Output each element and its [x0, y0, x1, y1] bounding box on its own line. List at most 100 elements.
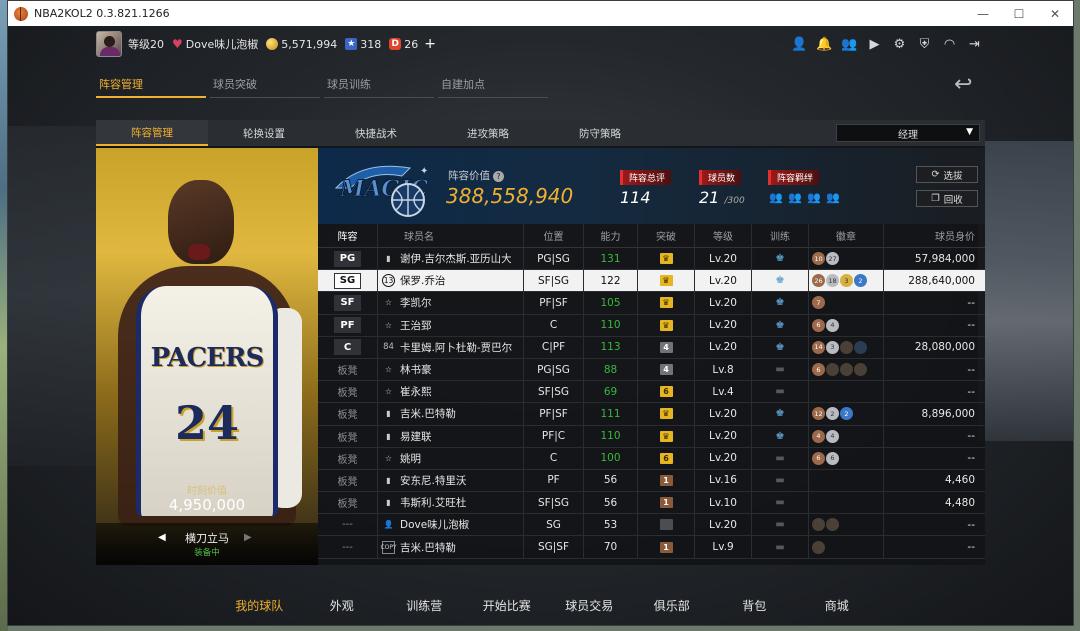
break-level-4-icon[interactable]: 4 [659, 364, 673, 376]
player-name[interactable]: 姚明 [400, 451, 421, 466]
table-row[interactable]: PF ☆ 王治郅 C 110 ♛ Lv.20 ♚ 6 4 -- [318, 314, 985, 337]
crown-gold-icon[interactable]: ♛ [659, 408, 673, 420]
nav-appearance[interactable]: 外观 [301, 597, 384, 614]
player-name[interactable]: 易建联 [400, 429, 432, 444]
training-crown-icon[interactable]: ♚ [772, 275, 788, 286]
table-row[interactable]: C 84 卡里姆.阿卜杜勒-贾巴尔 C|PF 113 4 Lv.20 ♚ 14 3 0 0 28,080… [318, 336, 985, 359]
badge-count[interactable]: 6 [826, 451, 839, 465]
nav-start-match[interactable]: 开始比赛 [466, 597, 549, 614]
maximize-button[interactable]: ☐ [1001, 1, 1037, 26]
break-level-6-icon[interactable]: 6 [659, 386, 673, 398]
badge-count[interactable]: 2 [854, 274, 867, 288]
badge-count[interactable]: 12 [812, 407, 825, 421]
tab-player-breakthrough[interactable]: 球员突破 [210, 74, 320, 98]
badge-count[interactable]: 10 [812, 252, 825, 266]
slot-badge[interactable]: PF [334, 317, 361, 334]
table-row[interactable]: 板凳 ▮ 易建联 PF|C 110 ♛ Lv.20 ♚ 4 4 -- [318, 425, 985, 448]
badge-count[interactable]: 4 [812, 429, 825, 443]
next-arrow-icon[interactable]: ▶ [244, 532, 252, 543]
slot-badge[interactable]: PG [334, 250, 361, 267]
break-level-4-icon[interactable]: 4 [659, 341, 673, 353]
table-row[interactable]: 板凳 ☆ 林书豪 PG|SG 88 4 Lv.8 ▬ 6 0 0 0 -- [318, 358, 985, 382]
notification-bell-icon[interactable]: 🔔 [816, 36, 833, 53]
tab-player-training[interactable]: 球员训练 [324, 74, 434, 98]
player-name[interactable]: 李凯尔 [400, 295, 432, 310]
profile-icon[interactable]: 👤 [791, 36, 808, 53]
help-icon[interactable]: ? [493, 171, 504, 182]
player-name[interactable]: 吉米.巴特勒 [400, 406, 456, 421]
nav-training-camp[interactable]: 训练营 [383, 597, 466, 614]
recycle-button[interactable]: ❐ 回收 [916, 190, 978, 207]
badge-count[interactable]: 4 [826, 429, 839, 443]
table-row[interactable]: --- 👤 Dove味儿泡椒 SG 53 · Lv.20 ▬ 0 0 -- [318, 514, 985, 537]
table-row[interactable]: 板凳 ☆ 崔永熙 SF|SG 69 6 Lv.4 ▬ -- [318, 381, 985, 404]
badge-count[interactable]: 6 [812, 363, 825, 377]
training-crown-icon[interactable]: ♚ [772, 253, 788, 264]
badge-count[interactable]: 0 [854, 340, 867, 354]
training-crown-icon[interactable]: ▬ [772, 519, 788, 530]
table-row[interactable]: 板凳 ▮ 安东尼.特里沃 PF 56 1 Lv.16 ▬ 4,460 [318, 469, 985, 493]
security-shield-icon[interactable]: ⛨ [916, 36, 933, 53]
badge-count[interactable]: 0 [840, 363, 853, 377]
break-locked-icon[interactable]: · [659, 519, 673, 531]
header-name[interactable]: 球员名 [378, 224, 524, 247]
scout-button[interactable]: ⟳ 选拔 [916, 166, 978, 183]
bond-group-bronze-icon[interactable]: 👥 [768, 190, 784, 204]
training-crown-icon[interactable]: ▬ [772, 364, 788, 375]
training-crown-icon[interactable]: ▬ [772, 497, 788, 508]
nav-store[interactable]: 商城 [796, 597, 879, 614]
badge-count[interactable]: 18 [826, 274, 839, 288]
bond-icons[interactable]: 👥 👥 👥 👥 [768, 190, 841, 204]
training-crown-icon[interactable]: ♚ [772, 408, 788, 419]
settings-gear-icon[interactable]: ⚙ [891, 36, 908, 53]
training-crown-icon[interactable]: ♚ [772, 320, 788, 331]
training-crown-icon[interactable]: ▬ [772, 386, 788, 397]
badge-count[interactable]: 2 [840, 407, 853, 421]
crown-gold-icon[interactable]: ♛ [659, 297, 673, 309]
table-row[interactable]: 板凳 ▮ 韦斯利.艾旺杜 SF|SG 56 1 Lv.10 ▬ 4,480 [318, 492, 985, 515]
badge-count[interactable]: 26 [812, 274, 825, 288]
exit-icon[interactable]: ⇥ [966, 36, 983, 53]
badge-count[interactable]: 0 [812, 518, 825, 532]
player-name[interactable]: 卡里姆.阿卜杜勒-贾巴尔 [400, 340, 512, 355]
badge-count[interactable]: 3 [826, 340, 839, 354]
featured-player-card[interactable]: PACERS 24 时刻价值 4,950,000 ◀ 横刀立马 ▶ 装备中 [96, 148, 318, 565]
table-row[interactable]: SG 13 保罗.乔治 SF|SG 122 ♛ Lv.20 ♚ 26 18 3 2 288,640,00… [318, 270, 985, 293]
break-level-6-icon[interactable]: 6 [659, 452, 673, 464]
subtab-offense-strategy[interactable]: 进攻策略 [432, 120, 544, 146]
friends-icon[interactable]: 👥 [841, 36, 858, 53]
break-level-1-icon[interactable]: 1 [659, 541, 673, 553]
tab-roster-management[interactable]: 阵容管理 [96, 74, 206, 98]
badge-count[interactable]: 0 [812, 540, 825, 554]
badge-count[interactable]: 0 [840, 340, 853, 354]
training-crown-icon[interactable]: ♚ [772, 431, 788, 442]
nav-player-trade[interactable]: 球员交易 [548, 597, 631, 614]
back-arrow-icon[interactable]: ↩ [954, 72, 972, 97]
subtab-rotation[interactable]: 轮换设置 [208, 120, 320, 146]
video-play-icon[interactable]: ▶ [866, 36, 883, 53]
training-crown-icon[interactable]: ▬ [772, 542, 788, 553]
slot-badge[interactable]: SG [334, 272, 361, 289]
break-level-1-icon[interactable]: 1 [659, 497, 673, 509]
training-crown-icon[interactable]: ♚ [772, 297, 788, 308]
minimize-button[interactable]: — [965, 1, 1001, 26]
avatar[interactable] [96, 31, 122, 57]
player-name[interactable]: 吉米.巴特勒 [400, 540, 456, 555]
training-crown-icon[interactable]: ▬ [772, 475, 788, 486]
training-crown-icon[interactable]: ▬ [772, 453, 788, 464]
table-row[interactable]: --- COPY 吉米.巴特勒 SG|SF 70 1 Lv.9 ▬ 0 -- [318, 536, 985, 559]
subtab-roster[interactable]: 阵容管理 [96, 120, 208, 146]
badge-count[interactable]: 0 [826, 363, 839, 377]
header-slot[interactable]: 阵容 [318, 224, 378, 247]
player-name[interactable]: 林书豪 [400, 362, 432, 377]
badge-count[interactable]: 27 [826, 252, 839, 266]
crown-gold-icon[interactable]: ♛ [659, 319, 673, 331]
crown-gold-icon[interactable]: ♛ [659, 253, 673, 265]
recharge-plus-button[interactable]: + [424, 36, 436, 52]
slot-badge[interactable]: C [334, 339, 361, 356]
badge-count[interactable]: 4 [826, 318, 839, 332]
player-name[interactable]: 王治郅 [400, 318, 432, 333]
badge-count[interactable]: 0 [854, 363, 867, 377]
player-name[interactable]: 韦斯利.艾旺杜 [400, 495, 466, 510]
header-position[interactable]: 位置 [524, 224, 584, 247]
